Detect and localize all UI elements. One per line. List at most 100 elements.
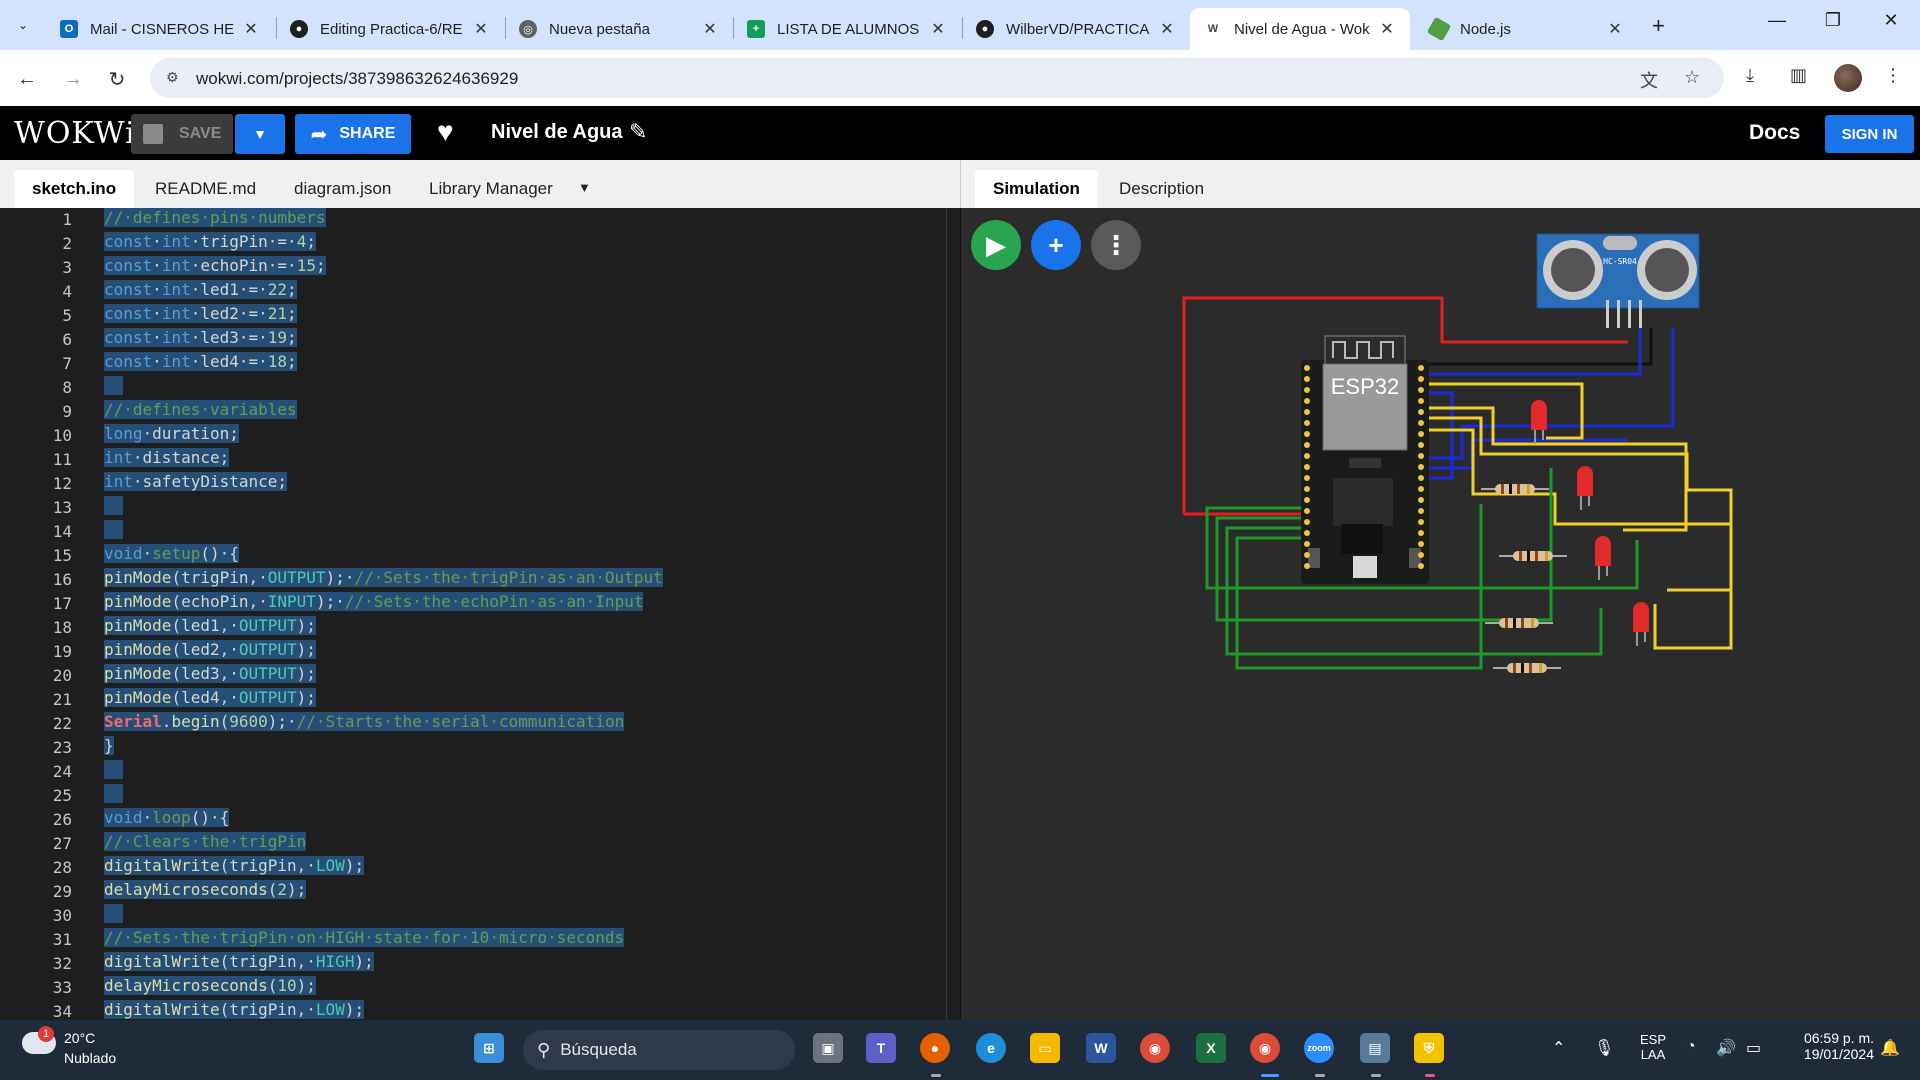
close-icon[interactable]: ✕	[1378, 19, 1396, 39]
network-app-icon[interactable]: ▤	[1360, 1033, 1390, 1063]
chrome-icon[interactable]: ◉	[1140, 1033, 1170, 1063]
close-icon[interactable]: ✕	[242, 19, 260, 39]
browser-tab-new[interactable]: ◎ Nueva pestaña ✕	[505, 8, 733, 50]
close-icon[interactable]: ✕	[472, 19, 490, 39]
editor-scrollbar[interactable]	[950, 208, 960, 1020]
running-indicator	[1261, 1074, 1279, 1077]
weather-temperature: 20°C	[64, 1030, 96, 1046]
project-name[interactable]: Nivel de Agua	[491, 121, 623, 144]
url-text[interactable]: wokwi.com/projects/387398632624636929	[196, 69, 518, 89]
firefox-icon[interactable]: ●	[920, 1033, 950, 1063]
battery-icon[interactable]: ▭	[1746, 1038, 1761, 1058]
chrome-active-icon[interactable]: ◉	[1250, 1033, 1280, 1063]
edge-icon[interactable]: e	[976, 1033, 1006, 1063]
close-icon[interactable]: ✕	[701, 19, 719, 39]
bookmark-star-icon[interactable]: ☆	[1684, 67, 1700, 88]
sign-in-button[interactable]: SIGN IN	[1825, 115, 1914, 153]
tab-readme[interactable]: README.md	[137, 170, 274, 208]
side-panel-icon[interactable]: ▥	[1790, 65, 1807, 86]
tab-overflow-caret-icon[interactable]: ▼	[578, 180, 591, 195]
line-number: 30	[52, 906, 72, 925]
docs-link[interactable]: Docs	[1749, 121, 1800, 145]
code-line: const·int·led3·=·19;	[104, 328, 297, 347]
line-number: 2	[62, 234, 72, 253]
profile-avatar[interactable]	[1834, 64, 1862, 92]
pin-header	[1418, 431, 1424, 437]
window-close-icon[interactable]: ✕	[1876, 10, 1906, 31]
line-number: 23	[52, 738, 72, 757]
tab-search-chevron-icon[interactable]: ⌄	[10, 12, 36, 38]
browser-tab-nodejs[interactable]: Node.js ✕	[1416, 8, 1638, 50]
security-shield-icon[interactable]: ⛨	[1414, 1033, 1444, 1063]
line-number: 16	[52, 570, 72, 589]
reload-icon[interactable]: ↻	[102, 64, 132, 94]
input-language[interactable]: ESP LAA	[1636, 1032, 1670, 1062]
close-icon[interactable]: ✕	[1606, 19, 1624, 39]
line-number: 32	[52, 954, 72, 973]
share-button[interactable]: ➦ SHARE	[295, 114, 411, 154]
code-line: digitalWrite(trigPin,·LOW);	[104, 856, 365, 875]
save-button[interactable]: SAVE	[131, 114, 233, 154]
tab-library-manager[interactable]: Library Manager	[411, 170, 571, 208]
teams-icon[interactable]: T	[866, 1033, 896, 1063]
close-icon[interactable]: ✕	[929, 19, 947, 39]
line-number: 13	[52, 498, 72, 517]
task-view-icon[interactable]: ▣	[813, 1033, 843, 1063]
microphone-icon[interactable]: 🎙	[1594, 1038, 1614, 1058]
zoom-icon[interactable]: zoom	[1304, 1033, 1334, 1063]
esp32-board: ESP32	[1301, 335, 1429, 584]
browser-tab-mail[interactable]: O Mail - CISNEROS HEI ✕	[46, 8, 274, 50]
pin-header	[1418, 530, 1424, 536]
minimize-icon[interactable]: —	[1762, 10, 1792, 31]
tab-simulation[interactable]: Simulation	[975, 170, 1098, 208]
wifi-icon[interactable]: ◔	[1686, 1038, 1696, 1056]
editor-divider	[946, 208, 947, 1020]
code-line: digitalWrite(trigPin,·LOW);	[104, 1000, 365, 1019]
tab-diagram-json[interactable]: diagram.json	[276, 170, 409, 208]
heart-icon[interactable]: ♥	[437, 116, 454, 148]
windows-start-icon[interactable]: ⊞	[474, 1033, 504, 1063]
site-info-icon[interactable]: ⚙	[166, 69, 179, 86]
browser-tab-wokwi[interactable]: W Nivel de Agua - Wok ✕	[1190, 8, 1410, 50]
close-icon[interactable]: ✕	[1158, 19, 1176, 39]
code-line: void·setup()·{	[104, 544, 239, 563]
more-menu-icon[interactable]: ⋮	[1884, 65, 1902, 86]
share-arrow-icon: ➦	[310, 123, 328, 146]
chevron-up-icon[interactable]: ⌃	[1552, 1038, 1565, 1058]
back-arrow-icon[interactable]: ←	[12, 64, 42, 94]
browser-tab-sheets[interactable]: + LISTA DE ALUMNOS ✕	[733, 8, 961, 50]
save-dropdown-button[interactable]: ▼	[235, 114, 285, 154]
pin-header	[1418, 464, 1424, 470]
pencil-edit-icon[interactable]: ✎	[629, 119, 647, 145]
wokwi-header: WOKWi SAVE ▼ ➦ SHARE ♥ Nivel de Agua ✎ D…	[0, 106, 1920, 160]
browser-tab-github-wilber[interactable]: ● WilberVD/PRACTICA ✕	[962, 8, 1190, 50]
pin-header	[1304, 365, 1310, 371]
new-tab-plus-icon[interactable]: +	[1652, 13, 1665, 39]
forward-arrow-icon[interactable]: →	[58, 64, 88, 94]
tab-description[interactable]: Description	[1101, 170, 1222, 208]
browser-tab-github-editing[interactable]: ● Editing Practica-6/RE ✕	[276, 8, 504, 50]
simulation-canvas[interactable]: ▶ + ⋮ ESP32 HC-SR04	[960, 208, 1920, 1020]
address-bar[interactable]: ⚙ wokwi.com/projects/387398632624636929 …	[150, 58, 1724, 98]
line-number: 10	[52, 426, 72, 445]
wokwi-logo[interactable]: WOKWi	[14, 116, 136, 151]
code-editor[interactable]: 1 2 3 4 5 6 7 8 9 10 11 12 13 14 15 16 17 18 19 20 21 22 23 24 2…	[0, 208, 960, 1020]
download-icon[interactable]: ⤓	[1746, 65, 1754, 86]
github-icon: ●	[290, 20, 308, 38]
notifications-bell-icon[interactable]: 🔔	[1880, 1038, 1900, 1058]
hc-sr04-label: HC-SR04	[1603, 257, 1637, 266]
volume-icon[interactable]: 🔊	[1716, 1038, 1736, 1058]
translate-icon[interactable]: 文	[1640, 67, 1658, 93]
line-number: 29	[52, 882, 72, 901]
word-icon[interactable]: W	[1086, 1033, 1116, 1063]
wire-black	[1417, 328, 1653, 366]
file-explorer-icon[interactable]: ▭	[1030, 1033, 1060, 1063]
excel-icon[interactable]: X	[1196, 1033, 1226, 1063]
clock[interactable]: 06:59 p. m. 19/01/2024	[1774, 1030, 1874, 1062]
line-number: 4	[62, 282, 72, 301]
code-line: }	[104, 736, 114, 755]
restore-icon[interactable]: ❐	[1818, 10, 1848, 31]
tab-sketch-ino[interactable]: sketch.ino	[14, 170, 135, 208]
taskbar-search-box[interactable]: ⚲ Búsqueda	[523, 1030, 795, 1070]
pin-header	[1304, 475, 1310, 481]
